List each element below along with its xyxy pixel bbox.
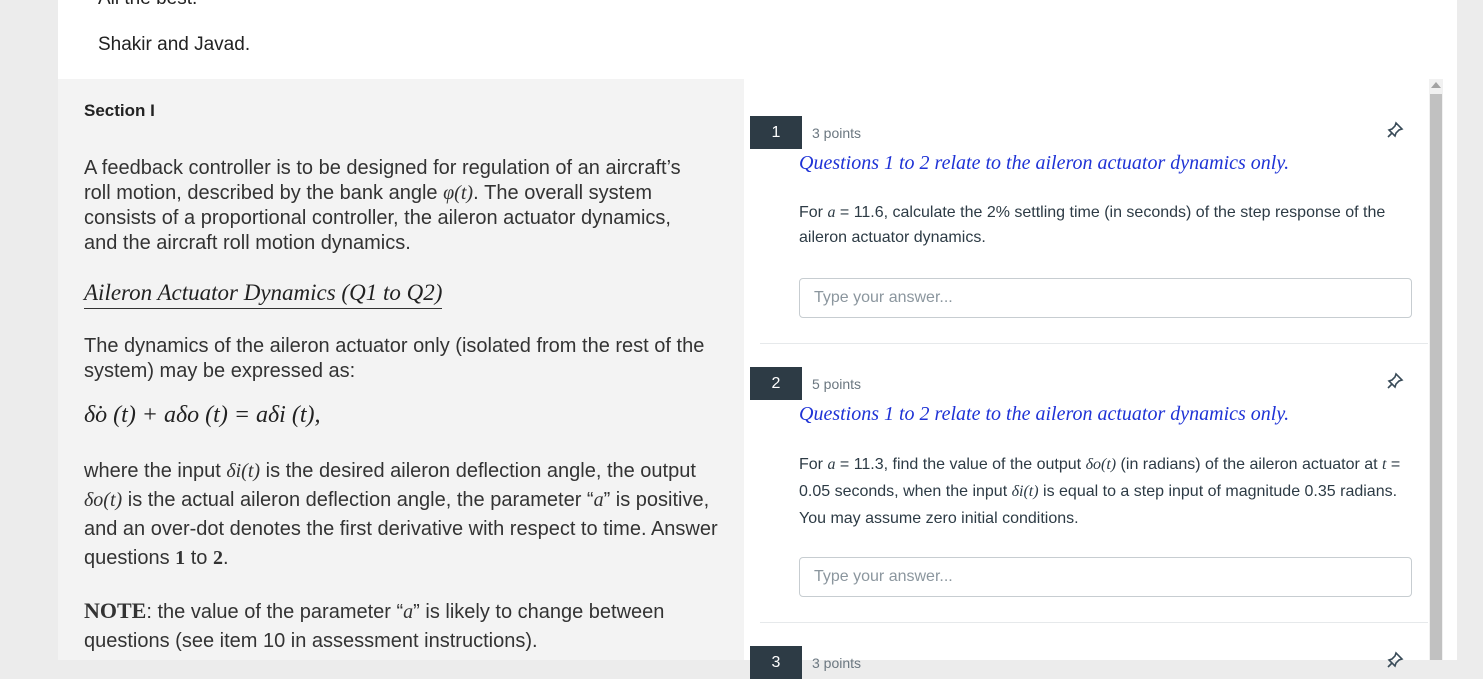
pin-icon[interactable] — [1386, 121, 1404, 144]
question-points: 3 points — [812, 125, 862, 141]
section-intro-text: A feedback controller is to be designed … — [84, 157, 681, 254]
question-text: For a = 11.6, calculate the 2% settling … — [799, 204, 1386, 246]
dynamics-description: The dynamics of the aileron actuator onl… — [84, 335, 705, 382]
pin-icon[interactable] — [1386, 372, 1404, 395]
pin-icon[interactable] — [1386, 651, 1404, 674]
questions-scrollbar[interactable] — [1429, 79, 1443, 660]
variable-definitions: where the input δi(t) is the desired ail… — [84, 460, 718, 569]
answer-input[interactable] — [799, 557, 1412, 597]
question-heading: Questions 1 to 2 relate to the aileron a… — [799, 152, 1290, 174]
signature-line: Shakir and Javad. — [98, 34, 251, 55]
scroll-up-arrow-icon[interactable] — [1431, 82, 1441, 88]
note-label: NOTE — [84, 598, 147, 623]
questions-panel: 1 3 points Questions 1 to 2 relate to th… — [744, 79, 1443, 679]
bank-angle-symbol: φ(t) — [443, 182, 474, 204]
dynamics-equation: δ̇o (t) + aδo (t) = aδi (t), — [84, 402, 321, 428]
question-text: For a = 11.3, find the value of the outp… — [799, 456, 1401, 527]
question-points: 5 points — [812, 376, 862, 392]
answer-input[interactable] — [799, 278, 1412, 318]
note-text: NOTE: the value of the parameter “a” is … — [84, 598, 665, 652]
question-number-badge: 3 — [750, 646, 802, 679]
question-divider — [760, 622, 1428, 623]
subheading-aileron-dynamics: Aileron Actuator Dynamics (Q1 to Q2) — [84, 280, 443, 309]
question-number-badge: 2 — [750, 367, 802, 400]
question-heading: Questions 1 to 2 relate to the aileron a… — [799, 403, 1290, 425]
section-panel: Section I A feedback controller is to be… — [58, 79, 744, 660]
scrollbar-thumb[interactable] — [1430, 94, 1442, 660]
closing-line: All the best. — [98, 0, 197, 10]
question-number-badge: 1 — [750, 116, 802, 149]
question-divider — [760, 343, 1428, 344]
question-points: 3 points — [812, 655, 862, 671]
section-title: Section I — [84, 101, 155, 120]
quiz-page: All the best. Shakir and Javad. Section … — [58, 0, 1457, 679]
